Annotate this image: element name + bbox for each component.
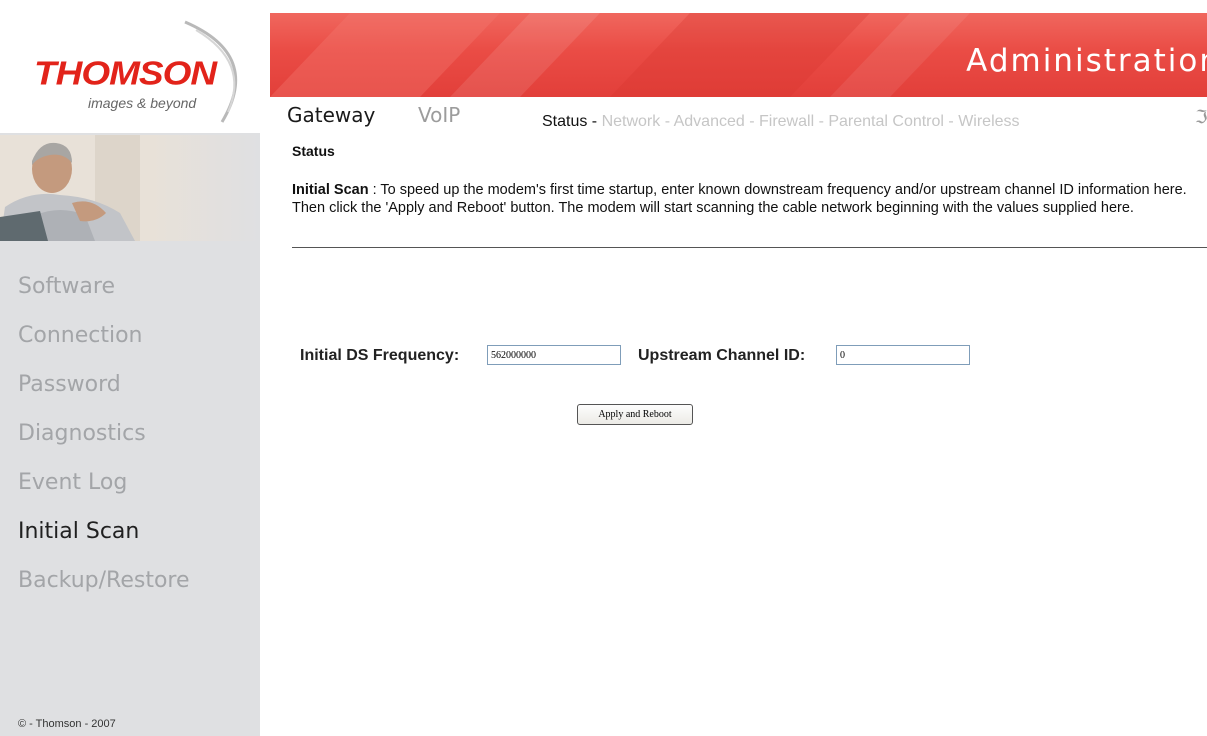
sidebar-item-backup-restore[interactable]: Backup/Restore xyxy=(0,556,260,605)
description-text: : To speed up the modem's first time sta… xyxy=(292,182,1187,216)
subnav-firewall[interactable]: Firewall xyxy=(759,113,814,130)
subnav-parental-control[interactable]: Parental Control xyxy=(828,113,944,130)
divider xyxy=(292,247,1207,248)
sidebar-item-software[interactable]: Software xyxy=(0,262,260,311)
sidebar-item-connection[interactable]: Connection xyxy=(0,311,260,360)
nav-overflow-indicator: ℑ xyxy=(1195,107,1207,128)
brand-name: THOMSON xyxy=(34,55,217,92)
subnav-advanced[interactable]: Advanced xyxy=(674,113,745,130)
sidebar-menu: Software Connection Password Diagnostics… xyxy=(0,262,260,605)
ds-frequency-input[interactable] xyxy=(487,345,621,365)
upstream-channel-input[interactable] xyxy=(836,345,970,365)
ds-frequency-label: Initial DS Frequency: xyxy=(300,347,460,364)
subnav-network[interactable]: Network xyxy=(602,113,661,130)
subnav-wireless[interactable]: Wireless xyxy=(958,113,1019,130)
tab-gateway[interactable]: Gateway xyxy=(287,103,375,127)
sub-navigation: Status - Network - Advanced - Firewall -… xyxy=(542,113,1020,131)
sidebar-item-event-log[interactable]: Event Log xyxy=(0,458,260,507)
tab-voip[interactable]: VoIP xyxy=(418,103,460,127)
sidebar-item-diagnostics[interactable]: Diagnostics xyxy=(0,409,260,458)
upstream-channel-label: Upstream Channel ID: xyxy=(638,347,806,364)
brand-tagline: images & beyond xyxy=(88,95,197,111)
page-header-title: Administration xyxy=(966,43,1207,79)
top-navigation: Gateway VoIP Status - Network - Advanced… xyxy=(270,97,1207,135)
logo: THOMSON images & beyond xyxy=(0,0,260,133)
subnav-separator: - xyxy=(943,113,959,130)
user-photo xyxy=(0,135,260,241)
subnav-separator: - xyxy=(587,113,602,130)
sidebar-item-password[interactable]: Password xyxy=(0,360,260,409)
description-heading: Initial Scan xyxy=(292,182,369,198)
subnav-separator: - xyxy=(744,113,759,130)
apply-and-reboot-button[interactable]: Apply and Reboot xyxy=(577,404,693,425)
subnav-status[interactable]: Status xyxy=(542,113,587,130)
sidebar: THOMSON images & beyond Software Connect… xyxy=(0,0,260,736)
page-description: Initial Scan : To speed up the modem's f… xyxy=(292,181,1192,217)
sidebar-item-initial-scan[interactable]: Initial Scan xyxy=(0,507,260,556)
header-banner: Administration xyxy=(270,13,1207,97)
subnav-separator: - xyxy=(660,113,674,130)
page-title: Status xyxy=(292,143,335,159)
subnav-separator: - xyxy=(814,113,829,130)
copyright-text: © - Thomson - 2007 xyxy=(18,718,116,730)
